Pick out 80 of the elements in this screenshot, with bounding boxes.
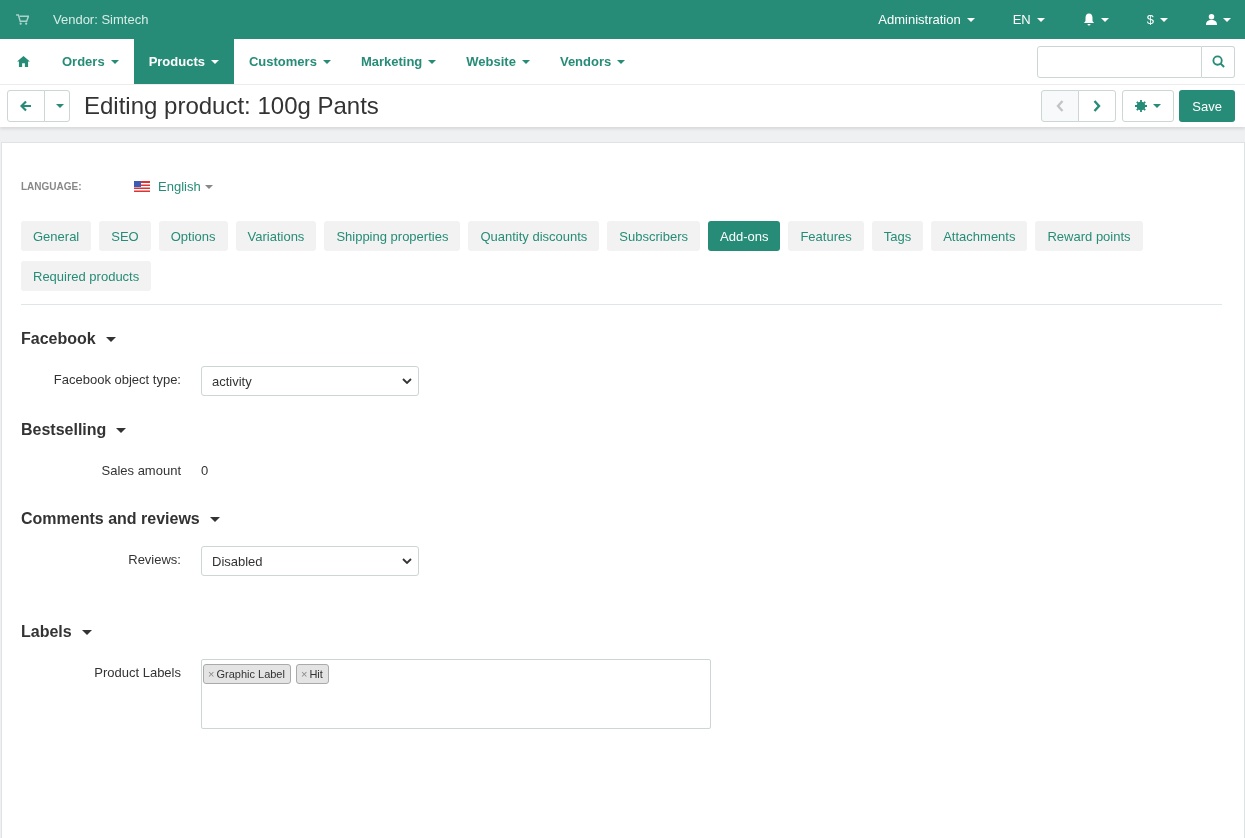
tab[interactable]: Variations	[235, 221, 317, 251]
field-label: Product Labels	[93, 664, 181, 682]
caret-icon	[110, 59, 119, 64]
notifications-menu[interactable]	[1082, 13, 1109, 26]
tab[interactable]: Reward points	[1035, 221, 1143, 251]
cart-icon[interactable]	[16, 14, 29, 25]
caret-icon[interactable]	[105, 336, 116, 342]
remove-tag-button[interactable]: ×	[208, 668, 215, 680]
select-field[interactable]: Disabled	[201, 546, 419, 576]
caret-icon	[521, 59, 530, 64]
nav-menu-item[interactable]: Vendors	[544, 39, 641, 84]
top-menu[interactable]: $	[1146, 12, 1168, 27]
search-field[interactable]	[1037, 45, 1202, 78]
select-field[interactable]: activity	[201, 366, 419, 396]
field-value: 0	[201, 462, 209, 480]
nav-menu-item[interactable]: Website	[451, 39, 545, 84]
section-title[interactable]: Bestselling	[21, 421, 107, 439]
tab[interactable]: Required products	[21, 261, 152, 291]
chevron-left-icon	[1056, 100, 1065, 112]
caret-icon[interactable]	[209, 516, 220, 522]
chevron-down-icon	[402, 558, 412, 564]
page-title: Editing product: 100g Pants	[84, 92, 379, 120]
tab[interactable]: Shipping properties	[324, 221, 461, 251]
tab[interactable]: Features	[788, 221, 864, 251]
tab[interactable]: SEO	[99, 221, 151, 251]
caret-icon	[56, 104, 64, 108]
caret-icon	[617, 59, 626, 64]
tab[interactable]: Add-ons	[708, 221, 781, 251]
arrow-left-icon	[20, 100, 32, 112]
remove-tag-button[interactable]: ×	[300, 668, 308, 680]
caret-icon	[1036, 17, 1045, 22]
tab[interactable]: Subscribers	[607, 221, 700, 251]
language-selector[interactable]: English	[134, 179, 213, 194]
search-button[interactable]	[1202, 45, 1235, 78]
back-button[interactable]	[7, 90, 45, 122]
tags-field[interactable]: × Graphic Label × Hit	[201, 659, 711, 729]
caret-icon[interactable]	[81, 629, 92, 635]
caret-icon	[1160, 17, 1168, 22]
field-label: Sales amount	[100, 462, 181, 480]
user-menu[interactable]	[1206, 14, 1231, 25]
caret-icon	[211, 59, 219, 64]
caret-icon	[1100, 17, 1109, 22]
caret-icon	[322, 59, 331, 64]
section-title[interactable]: Comments and reviews	[21, 510, 200, 528]
vendor-name: Vendor: Simtech	[53, 12, 149, 27]
tab[interactable]: Options	[158, 221, 228, 251]
caret-icon[interactable]	[116, 427, 127, 433]
language-label: LANGUAGE:	[21, 181, 83, 192]
search-icon	[1211, 55, 1225, 68]
bell-icon	[1082, 13, 1095, 26]
home-icon	[17, 56, 30, 67]
caret-icon	[1153, 104, 1162, 108]
nav-menu-item[interactable]: Marketing	[345, 39, 452, 84]
field-label: Facebook object type:	[52, 371, 181, 389]
nav-menu-item[interactable]: Products	[133, 39, 234, 84]
caret-icon	[1223, 17, 1231, 22]
user-icon	[1206, 14, 1217, 25]
caret-icon	[966, 17, 975, 22]
chevron-right-icon	[1093, 100, 1102, 112]
nav-menu-item[interactable]: Orders	[47, 39, 134, 84]
chevron-down-icon	[402, 378, 412, 384]
tab[interactable]: Quantity discounts	[468, 221, 600, 251]
nav-menu-item[interactable]: Customers	[234, 39, 346, 84]
flag-icon	[134, 181, 150, 192]
tab[interactable]: Tags	[871, 221, 924, 251]
caret-icon	[204, 184, 213, 189]
top-menu[interactable]: Administration	[878, 12, 975, 27]
settings-button[interactable]	[1122, 90, 1175, 122]
tag-text: Hit	[309, 668, 323, 680]
section-title[interactable]: Facebook	[21, 330, 96, 348]
tab[interactable]: Attachments	[931, 221, 1028, 251]
next-button[interactable]	[1078, 90, 1117, 122]
save-button[interactable]: Save	[1179, 90, 1235, 122]
tag-text: Graphic Label	[216, 668, 285, 680]
tab[interactable]: General	[21, 221, 92, 251]
section-title[interactable]: Labels	[21, 623, 72, 641]
caret-icon	[428, 59, 437, 64]
field-label: Reviews:	[127, 551, 181, 569]
top-menu[interactable]: EN	[1012, 12, 1045, 27]
gear-icon	[1135, 100, 1148, 112]
